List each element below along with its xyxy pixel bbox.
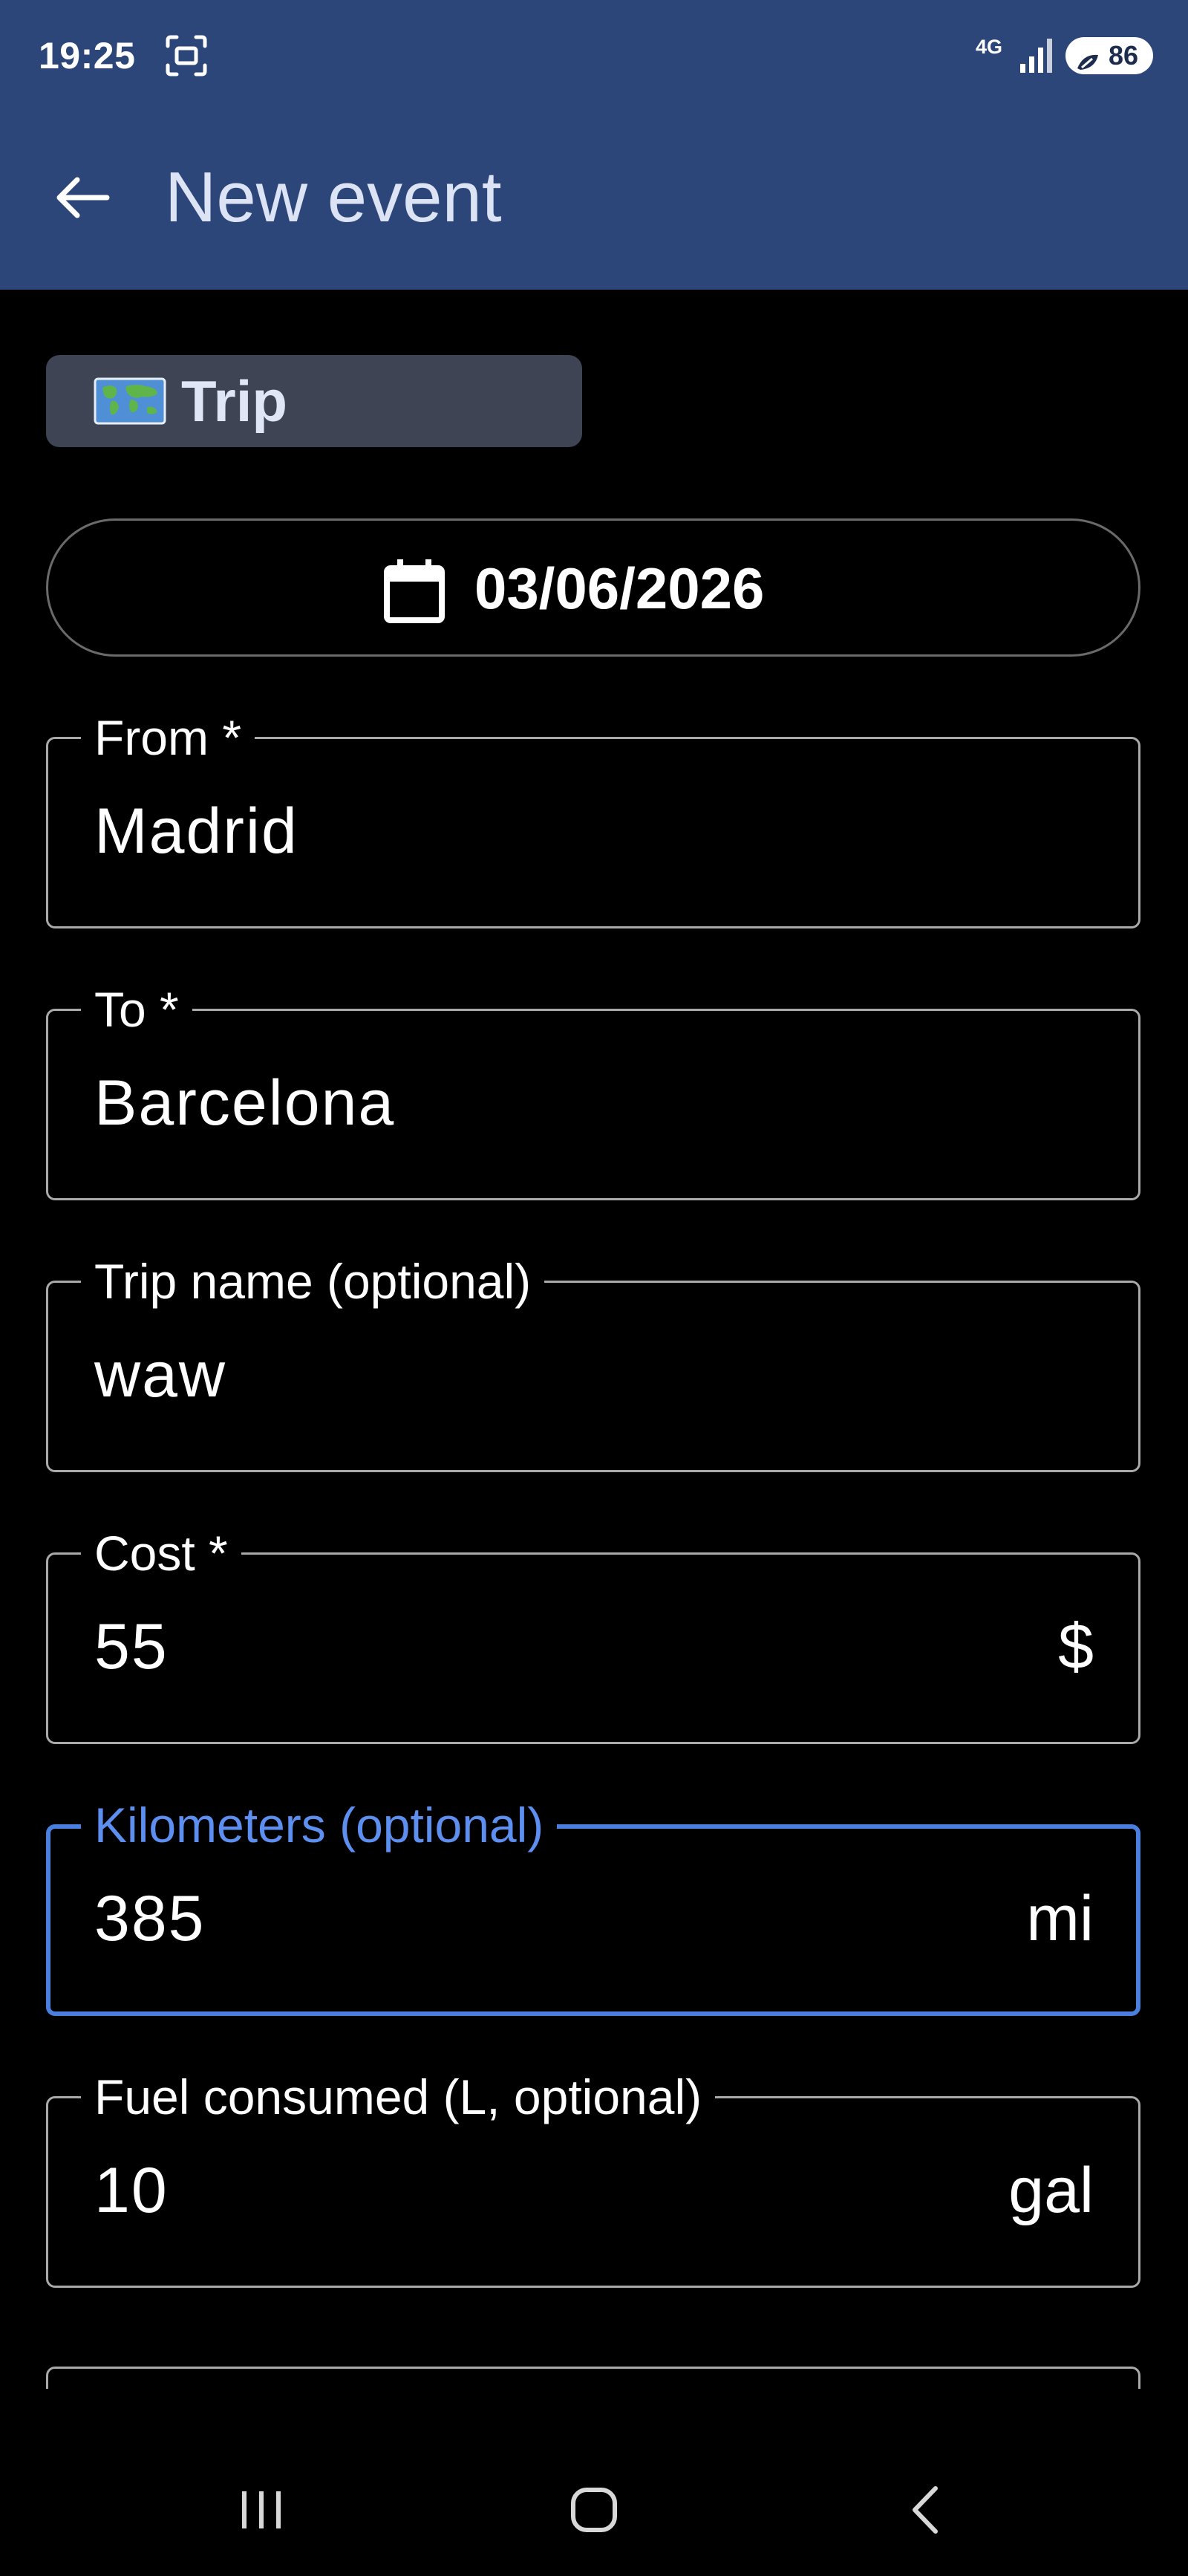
kilometers-field-label: Kilometers (optional) <box>81 1797 558 1853</box>
status-bar: 19:25 4G 86 <box>0 0 1188 111</box>
date-value: 03/06/2026 <box>474 556 765 621</box>
fuel-unit-suffix: gal <box>1008 2155 1094 2226</box>
kilometers-field[interactable]: Kilometers (optional) 385 mi <box>46 1797 1140 2016</box>
kilometers-unit-suffix: mi <box>1026 1883 1094 1954</box>
fuel-field-label: Fuel consumed (L, optional) <box>81 2069 716 2125</box>
cost-currency-suffix: $ <box>1058 1611 1094 1682</box>
cost-field-label: Cost * <box>81 1525 241 1581</box>
category-chip[interactable]: Trip <box>46 355 582 447</box>
battery-indicator: 86 <box>1065 37 1153 74</box>
calendar-icon <box>382 558 446 625</box>
world-map-emoji-icon <box>94 377 166 425</box>
cost-field[interactable]: Cost * 55 $ <box>46 1525 1140 1744</box>
trip-name-field-value: waw <box>94 1339 227 1411</box>
page-title: New event <box>165 157 502 237</box>
from-field[interactable]: From * Madrid <box>46 709 1140 928</box>
to-field-label: To * <box>81 981 192 1038</box>
fuel-field[interactable]: Fuel consumed (L, optional) 10 gal <box>46 2069 1140 2288</box>
battery-level: 86 <box>1109 40 1139 71</box>
system-navigation-bar <box>0 2451 1188 2576</box>
from-field-label: From * <box>81 709 255 766</box>
trip-name-field-label: Trip name (optional) <box>81 1253 545 1310</box>
screenshot-icon <box>165 34 208 77</box>
cost-field-value: 55 <box>94 1611 169 1682</box>
battery-saver-bolt-icon <box>1074 45 1101 70</box>
to-field[interactable]: To * Barcelona <box>46 981 1140 1200</box>
back-button[interactable] <box>37 153 126 242</box>
recent-apps-button[interactable] <box>209 2469 313 2551</box>
signal-icon <box>1019 36 1053 74</box>
category-label: Trip <box>181 368 288 434</box>
network-type: 4G <box>976 36 1003 58</box>
system-back-button[interactable] <box>875 2469 979 2551</box>
home-button[interactable] <box>542 2469 646 2551</box>
status-time: 19:25 <box>39 35 136 77</box>
trip-name-field[interactable]: Trip name (optional) waw <box>46 1253 1140 1472</box>
from-field-value: Madrid <box>94 796 298 867</box>
back-icon <box>913 2486 938 2534</box>
app-bar: New event <box>0 111 1188 290</box>
arrow-left-icon <box>56 177 110 218</box>
next-field-partial[interactable] <box>46 2367 1140 2389</box>
date-picker-button[interactable]: 03/06/2026 <box>46 518 1140 657</box>
to-field-value: Barcelona <box>94 1067 396 1139</box>
fuel-field-value: 10 <box>94 2155 169 2226</box>
recent-apps-icon <box>242 2491 281 2528</box>
kilometers-field-value: 385 <box>94 1883 206 1954</box>
home-icon <box>571 2488 617 2532</box>
